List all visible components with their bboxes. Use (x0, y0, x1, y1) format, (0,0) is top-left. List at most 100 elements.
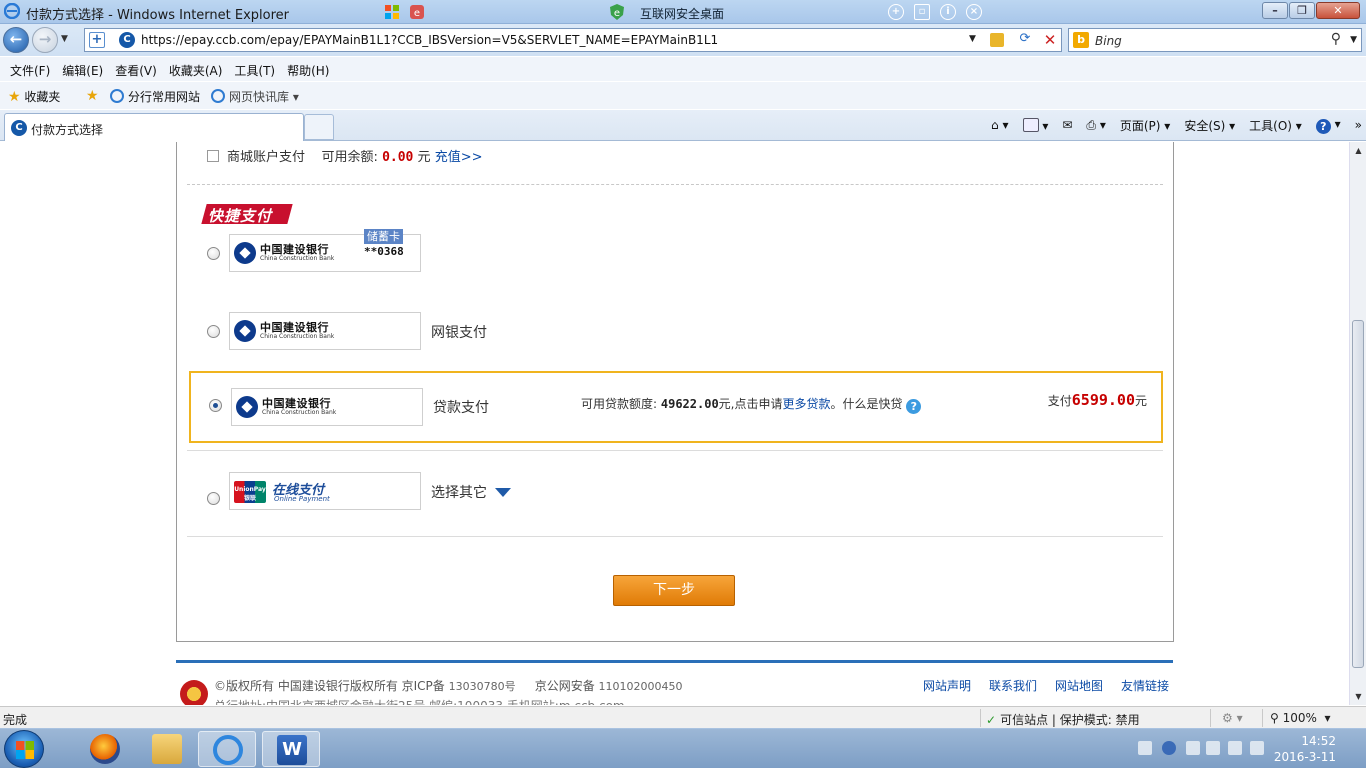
minimize-button[interactable]: – (1262, 2, 1288, 19)
zoom-control[interactable]: ⚲ 100% ▾ (1270, 711, 1331, 725)
more-loans-link[interactable]: 更多贷款 (783, 397, 831, 411)
tools-menu[interactable]: 工具(O) ▾ (1249, 117, 1302, 134)
saved-card-ccb[interactable]: 中国建设银行 China Construction Bank 储蓄卡 **036… (229, 229, 421, 272)
ccb-emblem-icon (234, 242, 256, 264)
netbank-card-ccb[interactable]: 中国建设银行 China Construction Bank (229, 312, 421, 350)
tab-payment-method[interactable]: C 付款方式选择 (4, 113, 304, 141)
footer-link-sitemap[interactable]: 网站地图 (1055, 677, 1103, 694)
protected-mode-icon[interactable]: ⚙ ▾ (1222, 711, 1243, 725)
page-menu[interactable]: 页面(P) ▾ (1120, 117, 1170, 134)
favorites-bar: ★ 收藏夹 ★ 分行常用网站 网页快讯库 ▾ (0, 82, 1366, 109)
next-step-button[interactable]: 下一步 (613, 575, 735, 606)
close-circle-icon[interactable]: × (966, 4, 982, 20)
loan-available-amount: 49622.00 (660, 397, 719, 411)
mail-icon[interactable]: ✉ (1062, 118, 1072, 132)
fav-item-branch-sites[interactable]: 分行常用网站 (110, 88, 200, 105)
taskbar-firefox[interactable] (76, 731, 134, 767)
back-button[interactable]: ← (3, 27, 29, 53)
home-icon[interactable]: ⌂ ▾ (991, 118, 1008, 132)
unionpay-card[interactable]: UnionPay 银联 在线支付 Online Payment (229, 472, 421, 510)
safety-menu[interactable]: 安全(S) ▾ (1184, 117, 1235, 134)
network-icon[interactable] (1228, 741, 1242, 755)
restore-button[interactable]: ❐ (1289, 2, 1315, 19)
loan-info-mid: 元,点击申请 (718, 397, 783, 411)
feeds-icon[interactable]: ▾ (1022, 117, 1048, 133)
pin-add-icon[interactable]: + (888, 4, 904, 20)
help-question-icon[interactable]: ? (906, 399, 922, 414)
scrollbar-thumb[interactable] (1352, 320, 1364, 668)
menu-file[interactable]: 文件(F) (4, 57, 56, 81)
history-dropdown-icon[interactable]: ▼ (61, 34, 68, 44)
radio-saved-card[interactable] (207, 247, 220, 260)
scroll-down-icon[interactable]: ▼ (1350, 692, 1366, 701)
fav-item-label: 分行常用网站 (128, 90, 201, 104)
fav-item-web-slices[interactable]: 网页快讯库 ▾ (211, 88, 299, 105)
menu-edit[interactable]: 编辑(E) (56, 57, 109, 81)
page-menu-label: 页面(P) (1119, 118, 1161, 133)
security-shield-icon[interactable]: e (408, 3, 426, 21)
address-dropdown-icon[interactable]: ▼ (969, 34, 976, 44)
mall-account-checkbox[interactable] (207, 150, 219, 162)
windows-flag-icon[interactable] (383, 3, 401, 21)
menu-favorites[interactable]: 收藏夹(A) (163, 57, 229, 81)
help-tray-icon[interactable] (1162, 741, 1176, 755)
choose-other-dropdown[interactable]: 选择其它 (431, 482, 511, 502)
search-box[interactable]: b Bing ⚲ ▼ (1068, 28, 1362, 52)
radio-netbank[interactable] (207, 325, 220, 338)
loan-option-highlight[interactable]: 中国建设银行 China Construction Bank 贷款支付 可用贷款… (189, 371, 1163, 443)
address-bar[interactable]: + C https://epay.ccb.com/epay/EPAYMainB1… (84, 28, 1062, 52)
info-icon[interactable]: i (940, 4, 956, 20)
clock-time: 14:52 (1301, 734, 1336, 748)
device-icon[interactable] (1206, 741, 1220, 755)
close-window-button[interactable]: ✕ (1316, 2, 1360, 19)
safety-menu-label: 安全(S) (1184, 118, 1226, 133)
vertical-scrollbar[interactable]: ▲ ▼ (1349, 142, 1366, 705)
tray-arrow-icon[interactable] (1186, 741, 1200, 755)
taskbar-word[interactable]: W (262, 731, 320, 767)
print-icon[interactable]: ⎙ ▾ (1086, 118, 1105, 133)
payment-panel: 商城账户支付 可用余额: 0.00 元 充值>> 快捷支付 中国建设银行 Chi… (176, 142, 1174, 642)
help-icon[interactable]: ? ▾ (1315, 117, 1341, 134)
zone-status[interactable]: ✓ 可信站点 | 保护模式: 禁用 (986, 711, 1140, 728)
ssl-lock-icon[interactable] (990, 33, 1004, 47)
police-label: 京公网安备 (534, 679, 595, 693)
start-button[interactable] (4, 730, 44, 768)
star-icon: ★ (8, 89, 21, 105)
radio-loan[interactable] (209, 399, 222, 412)
favorites-button[interactable]: ★ 收藏夹 (8, 88, 60, 105)
compat-view-icon[interactable]: + (89, 32, 105, 48)
chevron-more-icon[interactable]: » (1355, 118, 1362, 132)
lock-icon[interactable]: ▫ (914, 4, 930, 20)
footer-link-contact[interactable]: 联系我们 (989, 677, 1037, 694)
safe-desktop-icon[interactable]: e (608, 3, 626, 21)
menu-help[interactable]: 帮助(H) (281, 57, 335, 81)
forward-button[interactable]: → (32, 27, 58, 53)
url-text[interactable]: https://epay.ccb.com/epay/EPAYMainB1L1?C… (141, 33, 718, 47)
search-dropdown-icon[interactable]: ▼ (1350, 35, 1357, 45)
footer-link-statement[interactable]: 网站声明 (923, 677, 971, 694)
scroll-up-icon[interactable]: ▲ (1350, 146, 1366, 155)
ccb-logo: 中国建设银行 China Construction Bank (234, 241, 344, 267)
new-tab-button[interactable] (304, 114, 334, 140)
ccb-emblem-icon (234, 320, 256, 342)
refresh-icon[interactable]: ⟳ (1015, 31, 1035, 49)
footer-link-friends[interactable]: 友情链接 (1121, 677, 1169, 694)
taskbar-ie[interactable] (198, 731, 256, 767)
stop-icon[interactable]: ✕ (1041, 31, 1059, 49)
menu-view[interactable]: 查看(V) (109, 57, 163, 81)
loan-card-ccb[interactable]: 中国建设银行 China Construction Bank (231, 388, 423, 426)
taskbar-explorer[interactable] (138, 731, 196, 767)
recharge-link[interactable]: 充值>> (435, 150, 483, 165)
firefox-icon (90, 734, 120, 764)
keyboard-icon[interactable] (1138, 741, 1152, 755)
site-favicon-icon: C (11, 120, 27, 136)
search-icon[interactable]: ⚲ (1331, 31, 1341, 47)
copyright-label: ©版权所有 中国建设银行版权所有 京ICP备 (214, 679, 445, 693)
volume-icon[interactable] (1250, 741, 1264, 755)
clock[interactable]: 14:52 2016-3-11 (1274, 733, 1336, 765)
add-favorite-icon[interactable]: ★ (86, 88, 99, 104)
menu-tools[interactable]: 工具(T) (228, 57, 281, 81)
search-placeholder[interactable]: Bing (1095, 34, 1122, 48)
radio-unionpay[interactable] (207, 492, 220, 505)
caret-down-icon[interactable] (495, 488, 511, 497)
